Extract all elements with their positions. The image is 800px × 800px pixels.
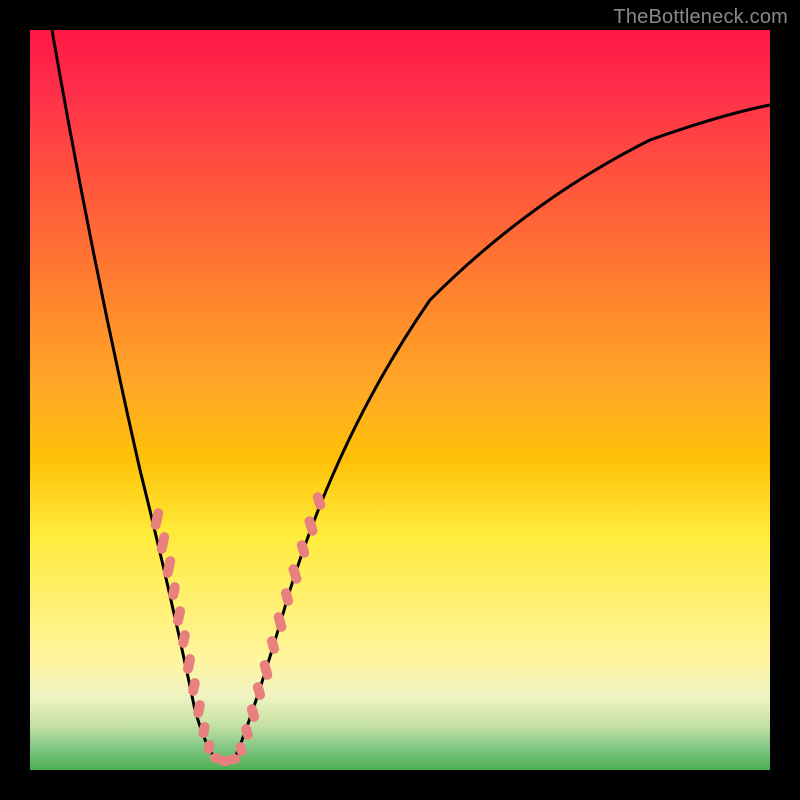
- trough-markers-right: [234, 491, 326, 757]
- plot-area: [30, 30, 770, 770]
- curve-right-branch: [235, 105, 770, 758]
- trough-markers-left: [150, 507, 222, 763]
- chart-svg: [30, 30, 770, 770]
- curve-left-branch: [52, 30, 215, 758]
- watermark-text: TheBottleneck.com: [613, 6, 788, 29]
- chart-frame: TheBottleneck.com: [0, 0, 800, 800]
